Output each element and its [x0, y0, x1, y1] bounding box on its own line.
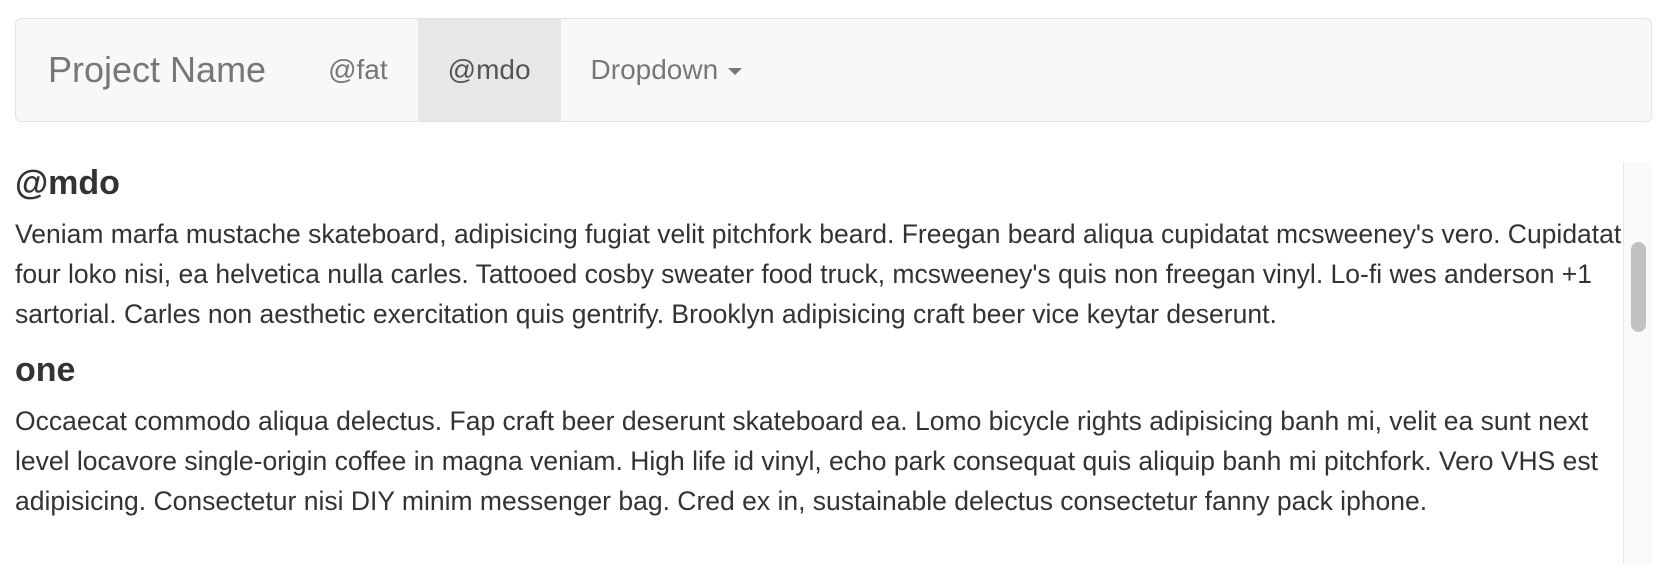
scrollbar-thumb[interactable] [1631, 242, 1646, 332]
content-body: @mdo Veniam marfa mustache skateboard, a… [15, 162, 1630, 521]
section-heading: @mdo [15, 164, 120, 202]
navbar: Project Name @fat @mdo Dropdown [15, 18, 1652, 122]
nav-item-label: Dropdown [590, 54, 719, 85]
section-text: Veniam marfa mustache skateboard, adipis… [15, 219, 1622, 329]
vertical-scrollbar[interactable] [1623, 162, 1652, 564]
section-mdo: @mdo Veniam marfa mustache skateboard, a… [15, 162, 1624, 334]
brand-link[interactable]: Project Name [16, 19, 298, 121]
nav-item-label: @fat [328, 54, 388, 85]
caret-down-icon [728, 67, 743, 75]
nav-list: @fat @mdo Dropdown [298, 19, 772, 121]
section-text: Occaecat commodo aliqua delectus. Fap cr… [15, 406, 1598, 516]
nav-dropdown-toggle[interactable]: Dropdown [561, 19, 773, 121]
section-heading: one [15, 351, 76, 389]
section-one: one Occaecat commodo aliqua delectus. Fa… [15, 349, 1624, 521]
scrollspy-content-pane[interactable]: @mdo Veniam marfa mustache skateboard, a… [15, 162, 1652, 564]
nav-item-label: @mdo [447, 54, 531, 85]
nav-item-mdo[interactable]: @mdo [417, 19, 561, 121]
nav-item-fat[interactable]: @fat [298, 19, 418, 121]
